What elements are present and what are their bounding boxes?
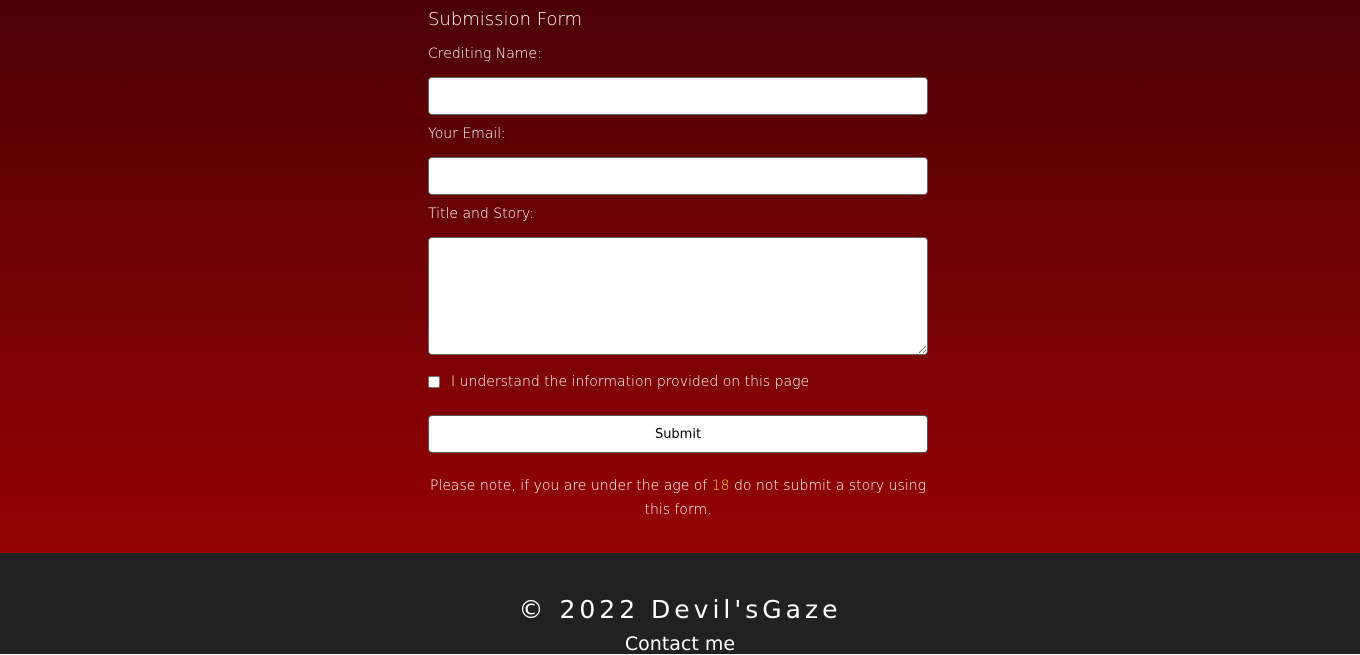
footer: © 2022 Devil'sGaze Contact me	[0, 553, 1360, 655]
hero-section: Submission Form Crediting Name: Your Ema…	[0, 0, 1360, 553]
story-textarea[interactable]	[428, 237, 928, 355]
acknowledge-checkbox[interactable]	[428, 376, 440, 388]
age-value: 18	[711, 478, 730, 494]
contact-row: Contact me	[0, 633, 1360, 655]
age-notice: Please note, if you are under the age of…	[428, 474, 928, 522]
crediting-name-label: Crediting Name:	[428, 46, 542, 62]
age-notice-before: Please note, if you are under the age of	[429, 478, 712, 494]
email-input[interactable]	[428, 157, 928, 195]
crediting-name-input[interactable]	[428, 77, 928, 115]
email-label: Your Email:	[428, 126, 506, 142]
acknowledge-label[interactable]: I understand the information provided on…	[451, 374, 809, 390]
copyright-text: © 2022 Devil'sGaze	[518, 595, 842, 624]
story-label: Title and Story:	[428, 206, 534, 222]
submit-button[interactable]: Submit	[428, 415, 928, 453]
form-title: Submission Form	[428, 9, 583, 30]
acknowledge-row: I understand the information provided on…	[428, 372, 809, 392]
contact-link[interactable]: Contact me	[625, 633, 735, 655]
